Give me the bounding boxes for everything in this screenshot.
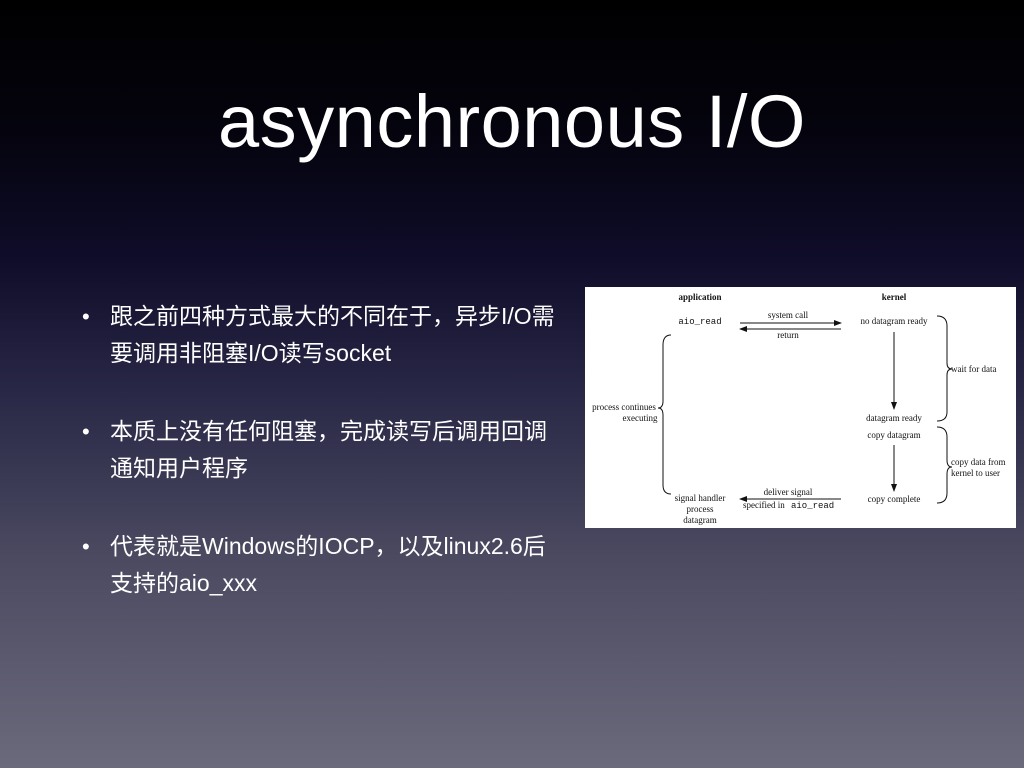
specified-in-label: specified in — [743, 500, 785, 510]
datagram-label: datagram — [683, 515, 716, 525]
process-continues-brace — [657, 334, 672, 495]
async-io-diagram: application kernel aio_read system call … — [585, 287, 1016, 528]
bullet-text: 本质上没有任何阻塞，完成读写后调用回调通知用户程序 — [110, 418, 547, 481]
process-continues-label: process continues — [592, 402, 656, 412]
deliver-signal-label: deliver signal — [764, 487, 813, 497]
specified-call-label: aio_read — [791, 501, 834, 511]
signal-handler-label: signal handler — [675, 493, 726, 503]
bullet-list: • 跟之前四种方式最大的不同在于，异步I/O需要调用非阻塞I/O读写socket… — [78, 298, 568, 643]
bullet-text: 跟之前四种方式最大的不同在于，异步I/O需要调用非阻塞I/O读写socket — [110, 303, 555, 366]
kernel-header: kernel — [882, 292, 907, 302]
bullet-text: 代表就是Windows的IOCP，以及linux2.6后支持的aio_xxx — [110, 533, 546, 596]
bullet-dot-icon: • — [82, 304, 90, 329]
bullet-item: • 跟之前四种方式最大的不同在于，异步I/O需要调用非阻塞I/O读写socket — [78, 298, 568, 372]
bullet-item: • 代表就是Windows的IOCP，以及linux2.6后支持的aio_xxx — [78, 528, 568, 602]
no-datagram-ready-label: no datagram ready — [861, 316, 928, 326]
slide-title: asynchronous I/O — [218, 80, 806, 163]
system-call-label: system call — [768, 310, 809, 320]
wait-for-data-label: wait for data — [951, 364, 996, 374]
bullet-dot-icon: • — [82, 419, 90, 444]
copy-datagram-label: copy datagram — [867, 430, 920, 440]
copy-data-brace — [936, 426, 953, 504]
bullet-item: • 本质上没有任何阻塞，完成读写后调用回调通知用户程序 — [78, 413, 568, 487]
copy-complete-label: copy complete — [868, 494, 921, 504]
aio-read-label: aio_read — [678, 317, 721, 327]
copy-data-from-label: copy data from — [951, 457, 1005, 467]
return-label: return — [777, 330, 799, 340]
diagram-svg: application kernel aio_read system call … — [592, 292, 1005, 525]
executing-label: executing — [623, 413, 658, 423]
application-header: application — [678, 292, 721, 302]
process-label: process — [687, 504, 714, 514]
wait-for-data-brace — [936, 315, 953, 422]
datagram-ready-label: datagram ready — [866, 413, 922, 423]
kernel-to-user-label: kernel to user — [951, 468, 1000, 478]
bullet-dot-icon: • — [82, 534, 90, 559]
